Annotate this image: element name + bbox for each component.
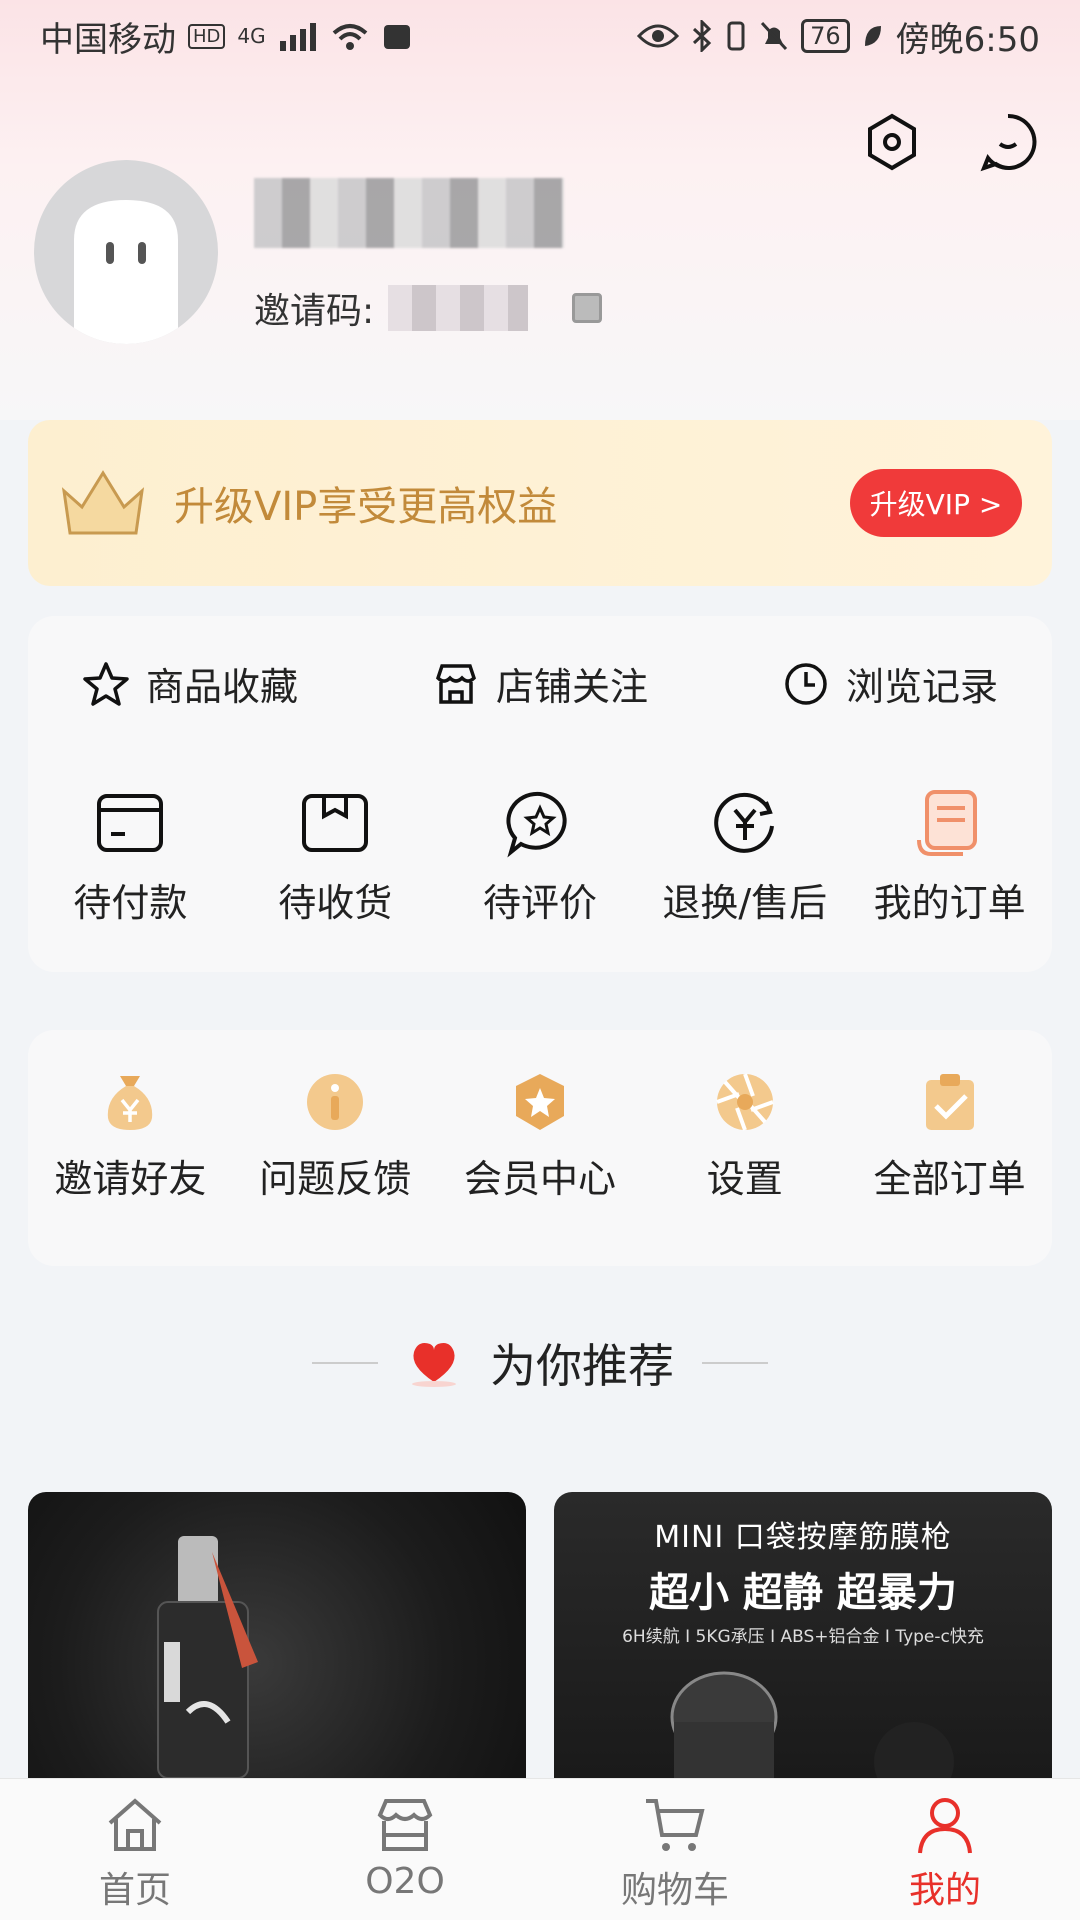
tab-label: 我的 — [908, 1870, 981, 1911]
vibrate-icon — [727, 21, 745, 51]
vip-banner[interactable]: 升级VIP享受更高权益 升级VIP > — [28, 420, 1052, 586]
orders-card: 商品收藏 店铺关注 浏览记录 待付款 待收货 待评价 退换/售后 我的订单 — [28, 616, 1052, 972]
store-icon — [435, 663, 476, 704]
service-label: 设置 — [706, 1157, 783, 1201]
tab-mine[interactable]: 我的 — [810, 1779, 1080, 1920]
network-type: 4G — [237, 24, 266, 48]
home-icon — [108, 1798, 162, 1851]
bluetooth-icon — [693, 20, 712, 52]
service-label: 全部订单 — [873, 1157, 1026, 1201]
order-after-sale[interactable]: 退换/售后 — [642, 788, 847, 927]
upgrade-vip-button[interactable]: 升级VIP > — [850, 469, 1022, 537]
quick-link-label: 浏览记录 — [845, 665, 998, 709]
info-icon — [307, 1074, 364, 1130]
service-label: 邀请好友 — [54, 1157, 207, 1201]
tab-label: O2O — [365, 1861, 445, 1902]
clock-time: 傍晚6:50 — [895, 19, 1040, 60]
signal-icon — [279, 23, 316, 51]
service-member-center[interactable]: 会员中心 — [438, 1070, 643, 1203]
shop-icon — [377, 1799, 433, 1851]
eye-icon — [637, 24, 680, 48]
tab-o2o[interactable]: O2O — [270, 1779, 540, 1920]
product-card-liquor[interactable] — [28, 1492, 526, 1778]
service-feedback[interactable]: 问题反馈 — [233, 1070, 438, 1203]
review-icon — [506, 791, 567, 858]
order-pending-payment[interactable]: 待付款 — [28, 788, 233, 927]
status-bar: 中国移动 HD 4G 76 傍晚6:50 — [0, 0, 1080, 72]
settings-hexagon-icon[interactable] — [860, 110, 924, 174]
package-icon — [302, 794, 369, 852]
clock-icon — [785, 662, 827, 705]
message-icon[interactable] — [976, 110, 1040, 174]
mute-bell-icon — [760, 21, 788, 51]
order-pending-review[interactable]: 待评价 — [438, 788, 643, 927]
cart-icon — [646, 1799, 705, 1851]
star-icon — [83, 661, 129, 706]
tab-home[interactable]: 首页 — [0, 1779, 270, 1920]
quick-link-followed-stores[interactable]: 店铺关注 — [432, 656, 648, 711]
order-pending-receipt[interactable]: 待收货 — [233, 788, 438, 927]
massage-gun-image — [670, 1671, 954, 1778]
divider-left — [312, 1362, 378, 1364]
invite-code-blurred — [388, 285, 529, 331]
recommend-title: 为你推荐 — [490, 1339, 674, 1393]
service-settings[interactable]: 设置 — [642, 1070, 847, 1203]
hd-indicator: HD — [188, 23, 226, 49]
recommend-header: 为你推荐 — [0, 1330, 1080, 1396]
order-list-icon — [916, 790, 977, 856]
order-label: 待收货 — [278, 881, 393, 925]
aperture-icon — [716, 1073, 774, 1131]
quick-link-label: 店铺关注 — [495, 665, 648, 709]
leaf-icon — [864, 26, 881, 46]
tab-cart[interactable]: 购物车 — [540, 1779, 810, 1920]
tab-label: 首页 — [98, 1870, 171, 1911]
bottom-tab-bar: 首页 O2O 购物车 我的 — [0, 1778, 1080, 1920]
user-icon — [918, 1798, 972, 1854]
invite-code-label: 邀请码: — [254, 291, 375, 332]
money-bag-icon — [108, 1076, 153, 1130]
vip-banner-text: 升级VIP享受更高权益 — [174, 484, 558, 530]
clipboard-check-icon — [925, 1074, 974, 1130]
card-icon — [97, 794, 164, 852]
avatar[interactable] — [34, 160, 218, 344]
service-label: 问题反馈 — [259, 1157, 412, 1201]
service-label: 会员中心 — [463, 1157, 616, 1201]
services-card: 邀请好友 问题反馈 会员中心 设置 全部订单 — [28, 1030, 1052, 1266]
crown-icon — [61, 470, 145, 535]
copy-icon[interactable] — [572, 293, 603, 323]
service-invite-friends[interactable]: 邀请好友 — [28, 1070, 233, 1203]
carrier-label: 中国移动 — [40, 19, 176, 60]
service-all-orders[interactable]: 全部订单 — [847, 1070, 1052, 1203]
tab-label: 购物车 — [620, 1870, 729, 1911]
order-my-orders[interactable]: 我的订单 — [847, 788, 1052, 927]
product-card-massage-gun[interactable]: MINI 口袋按摩筋膜枪 超小 超静 超暴力 6H续航 I 5KG承压 I AB… — [554, 1492, 1052, 1778]
order-label: 退换/售后 — [662, 881, 828, 925]
app-notification-icon — [383, 25, 410, 49]
quick-link-label: 商品收藏 — [146, 665, 299, 709]
order-label: 待评价 — [482, 881, 597, 925]
wifi-icon — [332, 24, 367, 50]
divider-right — [702, 1362, 768, 1364]
member-star-icon — [515, 1074, 564, 1130]
order-label: 待付款 — [73, 881, 188, 925]
battery-indicator: 76 — [801, 19, 850, 53]
username-blurred — [254, 178, 564, 248]
quick-link-history[interactable]: 浏览记录 — [782, 656, 998, 711]
refund-icon — [714, 792, 774, 853]
heart-icon — [412, 1343, 456, 1387]
profile-section: 邀请码: — [34, 160, 603, 344]
order-label: 我的订单 — [873, 881, 1026, 925]
liquor-bottle-image — [157, 1536, 258, 1778]
quick-link-favorites[interactable]: 商品收藏 — [82, 656, 298, 711]
